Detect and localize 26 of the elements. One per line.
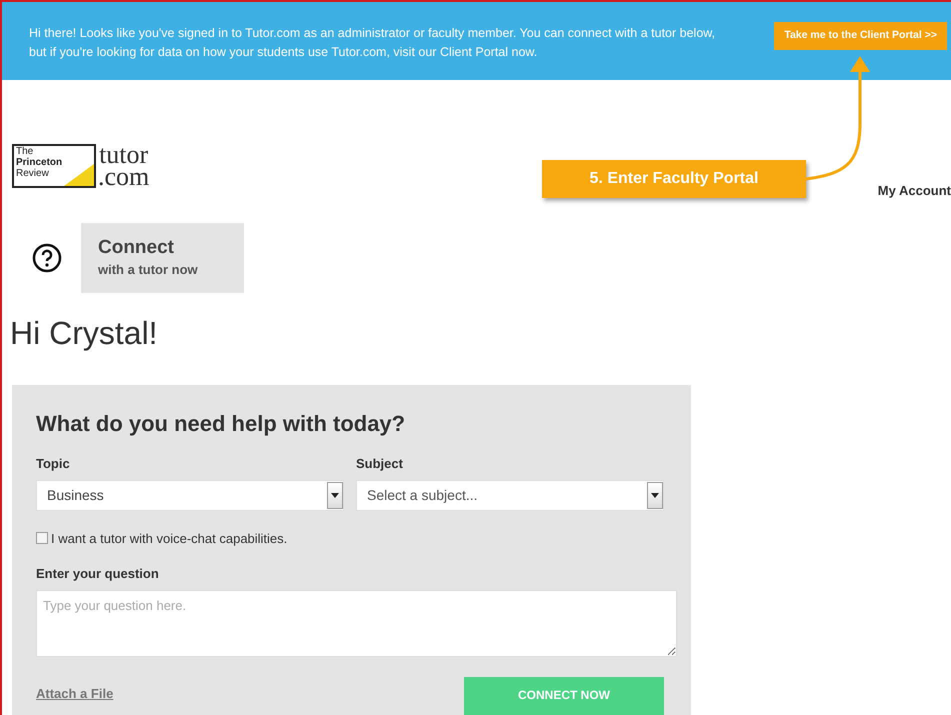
logo-text: Review [16,168,49,179]
greeting-heading: Hi Crystal! [10,314,158,353]
dropdown[interactable]: Business [36,480,344,510]
dropdown-value: Business [46,486,105,504]
caret-icon [647,482,663,508]
attach-file-link[interactable]: Attach a File [36,684,114,703]
field-label: Enter your question [36,565,159,583]
logo-text: Princeton [16,157,62,168]
question-field[interactable]: Type your question here. [36,590,677,656]
form-heading: What do you need help with today? [36,410,406,438]
dropdown[interactable]: Select a subject... [356,480,664,510]
my-account-link[interactable]: My Account [878,180,951,200]
checkbox-label: I want a tutor with voice-chat capabilities. [51,530,288,548]
connect-tile[interactable]: Connect with a tutor now [81,223,244,293]
annotation-label: 5. Enter Faculty Portal [590,169,758,189]
caret-icon [327,482,343,508]
logo-text: tutor [99,144,148,166]
triangle-icon [64,164,94,186]
logo-text: The [16,146,34,157]
help-icon [32,243,62,273]
field-label: Subject [356,455,403,473]
dropdown-value: Select a subject... [366,486,479,505]
field-label: Topic [36,455,70,473]
checkbox[interactable] [36,532,48,544]
notice-text: Hi there! Looks like you've signed in to Tutor.com as an administrator or faculty member. You can connect with a tutor below, but if you're looking for data on how your students use Tutor.com, visit our Client Portal now. [29,25,716,61]
logo-text: .com [98,166,150,188]
